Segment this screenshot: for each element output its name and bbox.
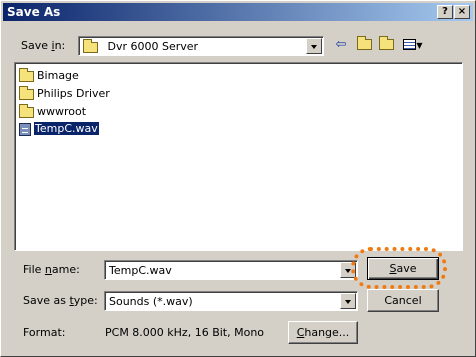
save-in-select[interactable]: Dvr 6000 Server	[78, 36, 324, 56]
folder-icon	[19, 103, 34, 118]
audio-file-icon	[19, 122, 31, 136]
folder-icon	[19, 85, 34, 100]
views-menu-icon[interactable]: ▼	[401, 37, 425, 53]
save-as-type-select[interactable]: Sounds (*.wav)	[104, 291, 358, 311]
new-folder-icon[interactable]	[377, 36, 395, 53]
list-item-folder[interactable]: Bimage	[19, 67, 79, 83]
close-button[interactable]: ×	[454, 5, 470, 19]
save-in-location: Dvr 6000 Server	[107, 40, 199, 53]
chevron-down-icon[interactable]	[306, 38, 322, 54]
title-bar: Save As ? ×	[3, 3, 473, 21]
help-button[interactable]: ?	[437, 5, 453, 19]
change-button[interactable]: Change...	[288, 321, 358, 344]
cancel-button[interactable]: Cancel	[367, 289, 439, 312]
save-as-dialog: Save As ? × Save in: Dvr 6000 Server ⇦ ▼…	[0, 0, 476, 357]
folder-icon	[19, 67, 34, 82]
list-item-folder[interactable]: Philips Driver	[19, 85, 110, 101]
window-title: Save As	[7, 5, 61, 19]
folder-icon	[83, 38, 98, 53]
chevron-down-icon[interactable]	[340, 293, 356, 309]
save-in-label: Save in:	[21, 39, 66, 52]
up-folder-icon[interactable]	[355, 36, 373, 53]
back-icon[interactable]: ⇦	[332, 37, 350, 53]
format-value: PCM 8.000 kHz, 16 Bit, Mono	[105, 326, 265, 339]
file-name-label: File name:	[23, 263, 80, 276]
list-item-folder[interactable]: wwwroot	[19, 103, 86, 119]
file-name-input[interactable]: TempC.wav	[104, 260, 358, 280]
highlight-ring	[351, 247, 447, 289]
file-list[interactable]: Bimage Philips Driver wwwroot TempC.wav	[14, 62, 463, 251]
save-as-type-label: Save as type:	[23, 294, 98, 307]
format-label: Format:	[23, 326, 66, 339]
list-item-file-selected[interactable]: TempC.wav	[19, 121, 100, 136]
